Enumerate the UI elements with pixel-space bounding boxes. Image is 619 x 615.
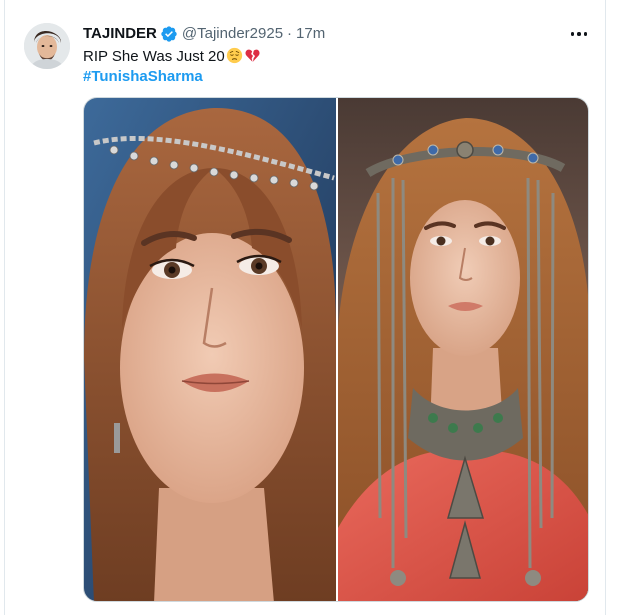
tweet-text-content: RIP She Was Just 20: [83, 48, 225, 65]
timeline-right-border: [605, 0, 606, 615]
photo-right[interactable]: [338, 98, 588, 601]
separator-dot: ·: [287, 25, 293, 42]
broken-heart-emoji: [244, 47, 261, 64]
photo-left[interactable]: [84, 98, 336, 601]
tweet-header: TAJINDER @Tajinder2925 · 17m: [83, 24, 325, 44]
tweet-media[interactable]: [83, 97, 589, 602]
more-options-icon[interactable]: [566, 24, 592, 44]
verified-badge-icon: [160, 25, 178, 43]
avatar[interactable]: [24, 23, 70, 69]
pensive-face-emoji: [226, 47, 243, 64]
hashtag-link[interactable]: #TunishaSharma: [83, 66, 203, 87]
tweet-text: RIP She Was Just 20: [83, 46, 261, 67]
timestamp[interactable]: 17m: [296, 24, 325, 44]
timeline-left-border: [4, 0, 5, 615]
tweet-screenshot: TAJINDER @Tajinder2925 · 17m RIP She Was…: [0, 0, 619, 615]
display-name[interactable]: TAJINDER: [83, 24, 157, 44]
author-handle[interactable]: @Tajinder2925: [182, 24, 283, 44]
